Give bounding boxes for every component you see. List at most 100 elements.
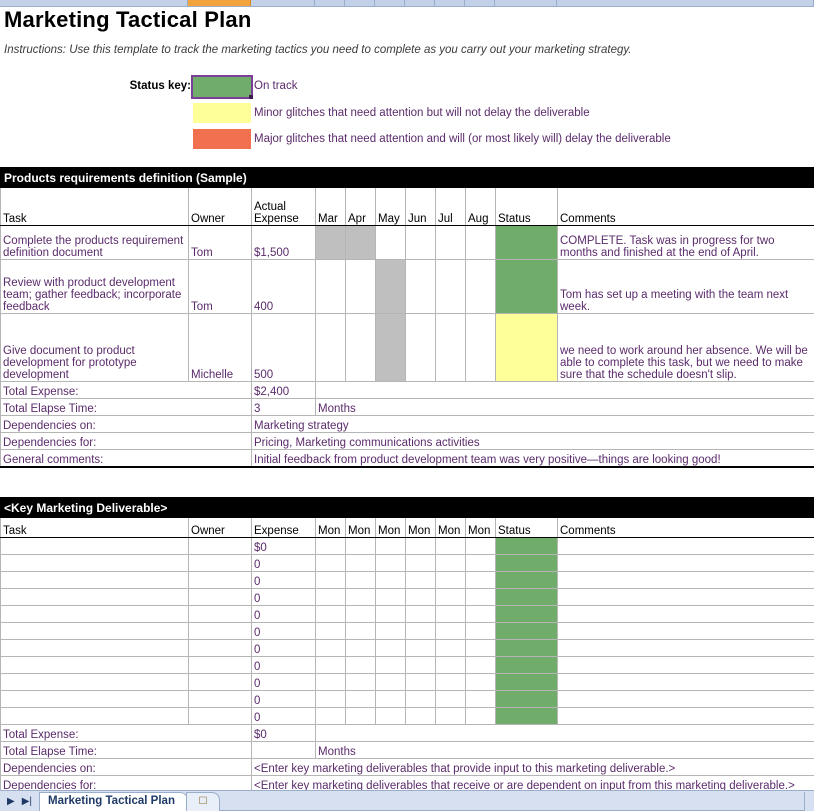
summary-value[interactable]: <Enter key marketing deliverables that p… — [250, 758, 814, 776]
gantt-cell-3[interactable] — [375, 690, 406, 708]
task-cell[interactable] — [0, 588, 189, 606]
selection-fill-handle[interactable] — [249, 95, 253, 99]
gantt-cell-3[interactable] — [375, 605, 406, 623]
status-cell-on-track[interactable] — [495, 639, 558, 657]
status-cell-on-track[interactable] — [495, 225, 558, 260]
column-header-strip[interactable] — [0, 0, 814, 7]
comments-cell[interactable] — [556, 656, 814, 674]
column-header-c[interactable] — [251, 0, 315, 6]
gantt-cell-3[interactable] — [375, 639, 406, 657]
gantt-cell-6[interactable] — [465, 690, 496, 708]
sheet-tab-bar[interactable]: ▶ ▶| Marketing Tactical Plan ☐ — [0, 790, 814, 811]
task-cell[interactable] — [0, 571, 189, 589]
column-header-e[interactable] — [345, 0, 375, 6]
table-row[interactable]: $0 — [0, 537, 814, 555]
comments-cell[interactable] — [556, 554, 814, 572]
gantt-cell-2[interactable] — [345, 571, 376, 589]
comments-cell[interactable] — [556, 673, 814, 691]
comments-cell[interactable]: we need to work around her absence. We w… — [556, 313, 814, 382]
gantt-cell-3[interactable] — [375, 588, 406, 606]
table-row[interactable]: 0 — [0, 554, 814, 572]
gantt-cell-4[interactable] — [405, 673, 436, 691]
status-cell-on-track[interactable] — [495, 571, 558, 589]
summary-value[interactable]: Pricing, Marketing communications activi… — [250, 432, 814, 450]
table-row[interactable]: 0 — [0, 571, 814, 589]
column-header-g[interactable] — [405, 0, 435, 6]
gantt-cell-5[interactable] — [435, 571, 466, 589]
gantt-cell-6[interactable] — [465, 656, 496, 674]
task-cell[interactable] — [0, 605, 189, 623]
expense-cell[interactable]: 0 — [251, 673, 316, 691]
gantt-cell-1[interactable] — [315, 673, 346, 691]
owner-cell[interactable]: Michelle — [188, 313, 252, 382]
gantt-cell-mar[interactable] — [315, 313, 346, 382]
gantt-cell-5[interactable] — [435, 673, 466, 691]
status-cell-on-track[interactable] — [495, 656, 558, 674]
gantt-cell-6[interactable] — [465, 537, 496, 555]
owner-cell[interactable] — [188, 673, 252, 691]
gantt-cell-5[interactable] — [435, 707, 466, 725]
gantt-cell-apr[interactable] — [345, 313, 376, 382]
column-header-d[interactable] — [315, 0, 345, 6]
status-cell-on-track[interactable] — [495, 554, 558, 572]
status-cell-on-track[interactable] — [495, 622, 558, 640]
status-cell-minor-glitch[interactable] — [495, 313, 558, 382]
gantt-cell-jun[interactable] — [405, 313, 436, 382]
task-cell[interactable] — [0, 554, 189, 572]
gantt-cell-3[interactable] — [375, 622, 406, 640]
gantt-cell-2[interactable] — [345, 537, 376, 555]
gantt-cell-aug[interactable] — [465, 313, 496, 382]
last-sheet-icon[interactable]: ▶| — [22, 796, 32, 807]
status-cell-on-track[interactable] — [495, 673, 558, 691]
owner-cell[interactable] — [188, 588, 252, 606]
gantt-cell-4[interactable] — [405, 571, 436, 589]
status-cell-on-track[interactable] — [495, 537, 558, 555]
expense-cell[interactable]: 0 — [251, 588, 316, 606]
gantt-cell-may[interactable] — [375, 225, 406, 260]
gantt-cell-3[interactable] — [375, 673, 406, 691]
gantt-cell-1[interactable] — [315, 571, 346, 589]
gantt-cell-6[interactable] — [465, 622, 496, 640]
column-header-k[interactable] — [557, 0, 814, 6]
status-cell-on-track[interactable] — [495, 690, 558, 708]
gantt-cell-4[interactable] — [405, 605, 436, 623]
comments-cell[interactable] — [556, 622, 814, 640]
gantt-cell-4[interactable] — [405, 622, 436, 640]
gantt-cell-1[interactable] — [315, 537, 346, 555]
summary-value[interactable]: $2,400 — [251, 381, 316, 399]
owner-cell[interactable] — [188, 605, 252, 623]
gantt-cell-jun[interactable] — [405, 225, 436, 260]
gantt-cell-4[interactable] — [405, 588, 436, 606]
comments-cell[interactable] — [556, 605, 814, 623]
gantt-cell-5[interactable] — [435, 537, 466, 555]
comments-cell[interactable] — [556, 571, 814, 589]
summary-row-general-comments[interactable]: General comments: Initial feedback from … — [0, 449, 814, 468]
gantt-cell-3[interactable] — [375, 554, 406, 572]
task-cell[interactable] — [0, 673, 189, 691]
column-header-j[interactable] — [495, 0, 557, 6]
table-row[interactable]: 0 — [0, 588, 814, 606]
gantt-cell-mar[interactable] — [315, 259, 346, 314]
expense-cell[interactable]: 0 — [251, 554, 316, 572]
owner-cell[interactable] — [188, 707, 252, 725]
task-cell[interactable] — [0, 707, 189, 725]
table-row[interactable]: Give document to product development for… — [0, 313, 814, 382]
summary-value[interactable]: Marketing strategy — [250, 415, 814, 433]
gantt-cell-4[interactable] — [405, 537, 436, 555]
expense-cell[interactable]: 0 — [251, 622, 316, 640]
gantt-cell-apr[interactable] — [345, 259, 376, 314]
gantt-cell-6[interactable] — [465, 707, 496, 725]
expense-cell[interactable]: $1,500 — [251, 225, 316, 260]
gantt-cell-5[interactable] — [435, 605, 466, 623]
task-cell[interactable]: Give document to product development for… — [0, 313, 189, 382]
gantt-cell-1[interactable] — [315, 605, 346, 623]
table-row[interactable]: 0 — [0, 690, 814, 708]
gantt-cell-jul[interactable] — [435, 313, 466, 382]
table-row[interactable]: 0 — [0, 673, 814, 691]
gantt-cell-2[interactable] — [345, 588, 376, 606]
task-cell[interactable] — [0, 622, 189, 640]
gantt-cell-2[interactable] — [345, 605, 376, 623]
summary-row-total-elapse-time[interactable]: Total Elapse Time: Months — [0, 741, 814, 759]
gantt-cell-aug[interactable] — [465, 259, 496, 314]
gantt-cell-4[interactable] — [405, 554, 436, 572]
